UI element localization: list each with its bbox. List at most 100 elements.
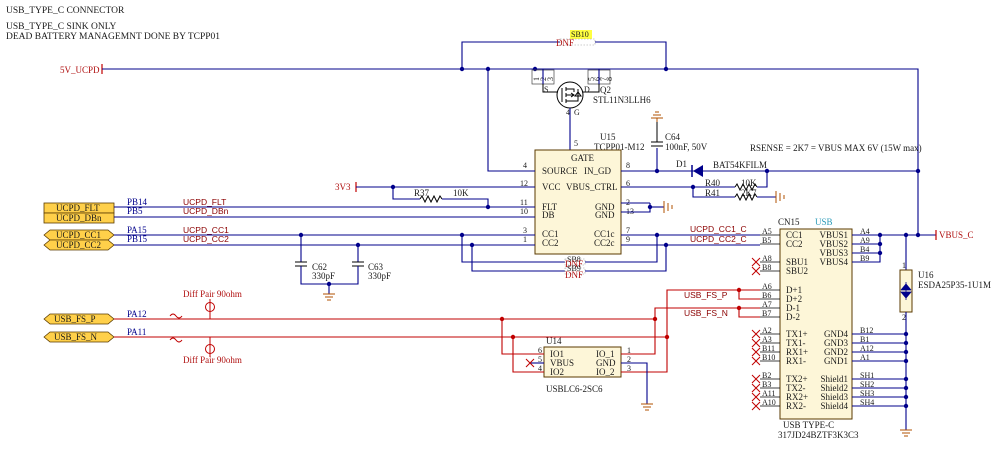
cn15-right-pin-name: Shield4 <box>820 401 848 411</box>
c64-ref: C64 <box>665 132 681 142</box>
q2-d: D <box>584 85 590 94</box>
cn15-nc-mark <box>751 347 761 357</box>
net-label-cc1c: UCPD_CC1_C <box>690 224 747 234</box>
junction-gnd <box>903 385 909 391</box>
cn15-left-pin-name: RX2- <box>786 401 806 411</box>
cn15-nc-mark <box>751 392 761 402</box>
q2-s: S <box>544 85 548 94</box>
u15-left-2-num: 11 <box>520 198 528 207</box>
r41-gnd <box>775 191 785 203</box>
u15-left-3-name: DB <box>542 210 555 220</box>
wire-u14-io <box>501 319 535 373</box>
wire-r40-b <box>757 171 768 188</box>
net-5v-ucpd: 5V_UCPD <box>60 65 100 75</box>
junction-gnd <box>903 340 909 346</box>
u16-pin2: 2 <box>902 313 906 322</box>
rsense-note: RSENSE = 2K7 = VBUS MAX 6V (15W max) <box>750 143 922 153</box>
c64-value: 100nF, 50V <box>665 142 708 152</box>
u15-left-1-name: VCC <box>542 182 561 192</box>
c64-gnd <box>651 111 663 119</box>
cn15-ref: CN15 <box>778 217 800 227</box>
r37-ref: R37 <box>414 188 430 198</box>
pin-pa11: PA11 <box>127 327 146 337</box>
port-ucpd-dbn-label: UCPD_DBn <box>56 213 102 223</box>
cn15-right-pin-name: GND1 <box>824 356 848 366</box>
c62-c63-symbol <box>295 261 364 267</box>
q2-pin3: 3 <box>546 77 555 81</box>
cn15-nc-mark <box>751 266 761 276</box>
u16-part: ESDA25P35-1U1M <box>918 280 991 290</box>
cn15-nc-mark <box>751 401 761 411</box>
cn15-nc-mark <box>751 257 761 267</box>
c63-value: 330pF <box>368 271 391 281</box>
port-ucpd-dbn[interactable]: UCPD_DBn <box>43 212 115 224</box>
junction-gnd <box>903 331 909 337</box>
port-usb-fs-p-label: USB_FS_P <box>54 314 96 324</box>
junction-gnd <box>903 349 909 355</box>
r40-ref: R40 <box>705 178 721 188</box>
net-label-fsp: USB_FS_P <box>684 290 728 300</box>
u14-right-2-name: IO_2 <box>596 367 615 377</box>
u14-ref: U14 <box>546 336 562 346</box>
port-ucpd-flt-label: UCPD_FLT <box>56 203 100 213</box>
header-line-1: USB_TYPE_C CONNECTOR <box>6 6 125 16</box>
u14-part: USBLC6-2SC6 <box>546 384 603 394</box>
sb10-dnf: DNF <box>556 38 574 48</box>
cn15-nc-mark <box>751 383 761 393</box>
port-ucpd-cc1-label: UCPD_CC1 <box>56 230 101 240</box>
u15-left-5-num: 1 <box>523 235 527 244</box>
c62-c63-gnd <box>323 293 335 301</box>
q2-gnum: 4 <box>566 108 570 117</box>
pin-pa12: PA12 <box>127 309 147 319</box>
net-vbus-c: VBUS_C <box>939 230 974 240</box>
d1-part: BAT54KFILM <box>713 160 767 170</box>
port-usb-fs-n[interactable]: USB_FS_N <box>43 331 115 343</box>
u14-left-2-name: IO2 <box>550 367 564 377</box>
u16-ref: U16 <box>918 270 934 280</box>
junction-gnd <box>903 394 909 400</box>
u15-right-4-num: 7 <box>626 226 630 235</box>
c62-value: 330pF <box>312 271 335 281</box>
port-ucpd-cc2-label: UCPD_CC2 <box>56 240 101 250</box>
diff-pair-top: Diff Pair 90ohm <box>183 289 242 299</box>
q2-pin8: 8 <box>605 77 614 81</box>
port-ucpd-cc2[interactable]: UCPD_CC2 <box>43 239 115 251</box>
r41-ref: R41 <box>705 188 720 198</box>
u15-ref: U15 <box>600 132 616 142</box>
port-ucpd-cc1[interactable]: UCPD_CC1 <box>43 229 115 241</box>
cn15-title: USB <box>815 217 833 227</box>
junction-gnd <box>903 403 909 409</box>
q2-part: STL11N3LLH6 <box>593 95 651 105</box>
net-label-fsn: USB_FS_N <box>684 308 728 318</box>
u15-left-3-num: 10 <box>520 207 528 216</box>
cn15-nc-mark <box>751 329 761 339</box>
r41-value: 2K7 <box>741 188 757 198</box>
cn15-left-pin-name: D-2 <box>786 312 800 322</box>
c64-symbol <box>651 122 663 147</box>
port-ucpd-flt[interactable]: UCPD_FLT <box>43 202 115 214</box>
cn15-nc-mark <box>751 356 761 366</box>
u15-left-5-name: CC2 <box>542 238 559 248</box>
diff-pair-marks <box>169 313 183 343</box>
cn15-gnd-symbol <box>900 429 912 437</box>
u15-right-5-num: 9 <box>626 235 630 244</box>
u14-gnd <box>641 403 653 411</box>
u15-gate: GATE <box>571 153 594 163</box>
wire-5v-rail <box>102 68 919 172</box>
net-3v3: 3V3 <box>335 182 351 192</box>
port-usb-fs-p[interactable]: USB_FS_P <box>43 313 115 325</box>
schematic-canvas: USB_TYPE_C CONNECTOR USB_TYPE_C SINK ONL… <box>6 6 991 440</box>
wire-flt-dbn <box>114 206 535 218</box>
wire-r37-b <box>442 198 489 207</box>
u16-pin1: 1 <box>902 261 906 270</box>
cn15-left-pin-name: SBU2 <box>786 266 808 276</box>
u15-right-1-name: VBUS_CTRL <box>566 182 618 192</box>
r40-value: 10K <box>741 178 757 188</box>
u15-right-0-num: 8 <box>626 161 630 170</box>
u15-left-4-num: 3 <box>523 226 527 235</box>
cn15-part: 317JD24BZTF3K3C3 <box>778 430 859 440</box>
junction-gnd <box>903 376 909 382</box>
u15-right-5-name: CC2c <box>594 238 615 248</box>
q2-symbol <box>561 87 582 103</box>
u15-right-0-name: IN_GD <box>584 166 611 176</box>
